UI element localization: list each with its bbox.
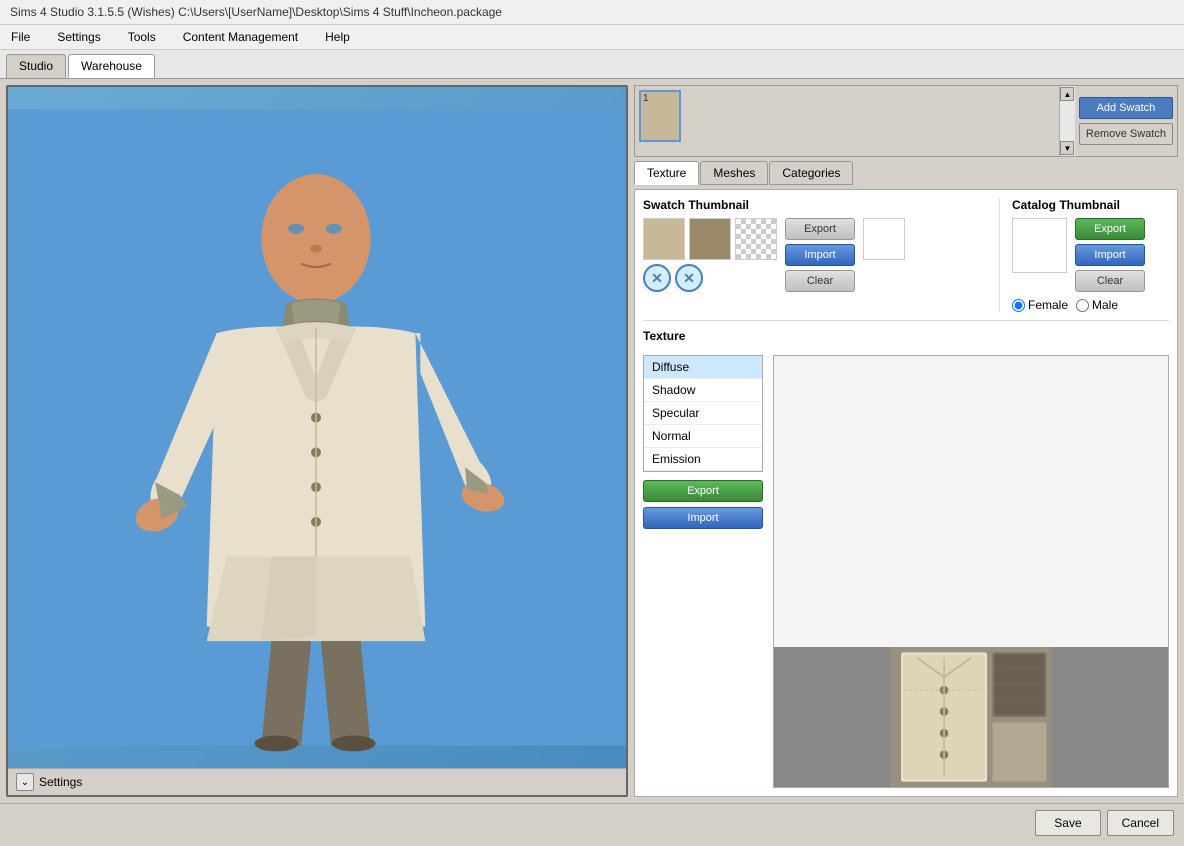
texture-list-diffuse[interactable]: Diffuse bbox=[644, 356, 762, 379]
swatch-number: 1 bbox=[643, 93, 649, 104]
texture-list-specular[interactable]: Specular bbox=[644, 402, 762, 425]
catalog-export-button[interactable]: Export bbox=[1075, 218, 1145, 240]
texture-list-emission[interactable]: Emission bbox=[644, 448, 762, 471]
texture-preview-image bbox=[774, 647, 1168, 787]
texture-action-btns: Export Import bbox=[643, 480, 763, 529]
remove-swatch-button[interactable]: Remove Swatch bbox=[1079, 123, 1173, 145]
texture-label: Texture bbox=[643, 329, 1169, 343]
menu-file[interactable]: File bbox=[5, 28, 36, 46]
scroll-down-btn[interactable]: ▼ bbox=[1060, 141, 1074, 155]
swatch-area: 1 ▲ ▼ Add Swatch Remove Swatch bbox=[634, 85, 1178, 157]
male-radio-label[interactable]: Male bbox=[1076, 298, 1118, 312]
catalog-clear-button[interactable]: Clear bbox=[1075, 270, 1145, 292]
swatch-thumbnail-label: Swatch Thumbnail bbox=[643, 198, 987, 212]
female-radio-label[interactable]: Female bbox=[1012, 298, 1068, 312]
catalog-thumbnail-group: Catalog Thumbnail Export Import Clear Fe… bbox=[999, 198, 1169, 312]
cancel-button[interactable]: Cancel bbox=[1107, 810, 1174, 836]
female-radio[interactable] bbox=[1012, 299, 1025, 312]
main-content: ⌄ Settings 1 ▲ ▼ Add Swatch Remove Swatc… bbox=[0, 79, 1184, 803]
thumb-remove-2[interactable]: ✕ bbox=[675, 264, 703, 292]
model-svg bbox=[8, 87, 626, 768]
swatch-list: 1 bbox=[635, 86, 1059, 156]
tab-texture[interactable]: Texture bbox=[634, 161, 699, 185]
bottom-bar: Save Cancel bbox=[0, 803, 1184, 841]
thumb-box-1 bbox=[643, 218, 685, 260]
tab-categories[interactable]: Categories bbox=[769, 161, 853, 185]
texture-content: Swatch Thumbnail ✕ ✕ bbox=[634, 189, 1178, 797]
texture-export-button[interactable]: Export bbox=[643, 480, 763, 502]
menu-help[interactable]: Help bbox=[319, 28, 356, 46]
menu-tools[interactable]: Tools bbox=[122, 28, 162, 46]
title-bar: Sims 4 Studio 3.1.5.5 (Wishes) C:\Users\… bbox=[0, 0, 1184, 25]
tab-studio[interactable]: Studio bbox=[6, 54, 66, 78]
female-label: Female bbox=[1028, 298, 1068, 312]
texture-list-section: Diffuse Shadow Specular Normal Emission … bbox=[643, 355, 763, 788]
add-swatch-button[interactable]: Add Swatch bbox=[1079, 97, 1173, 119]
settings-label: Settings bbox=[39, 775, 82, 789]
menu-content-management[interactable]: Content Management bbox=[177, 28, 304, 46]
preview-top bbox=[774, 356, 1168, 647]
thumb-remove-1[interactable]: ✕ bbox=[643, 264, 671, 292]
swatch-export-button[interactable]: Export bbox=[785, 218, 855, 240]
thumb-box-4 bbox=[863, 218, 905, 260]
male-radio[interactable] bbox=[1076, 299, 1089, 312]
settings-toggle[interactable]: ⌄ bbox=[16, 773, 34, 791]
texture-list: Diffuse Shadow Specular Normal Emission bbox=[643, 355, 763, 472]
swatch-scrollbar: ▲ ▼ bbox=[1059, 86, 1075, 156]
texture-list-shadow[interactable]: Shadow bbox=[644, 379, 762, 402]
male-label: Male bbox=[1092, 298, 1118, 312]
texture-bottom: Diffuse Shadow Specular Normal Emission … bbox=[643, 355, 1169, 788]
texture-list-normal[interactable]: Normal bbox=[644, 425, 762, 448]
model-viewer: ⌄ Settings bbox=[6, 85, 628, 797]
save-button[interactable]: Save bbox=[1035, 810, 1100, 836]
thumb-box-2 bbox=[689, 218, 731, 260]
texture-tabs: Texture Meshes Categories bbox=[634, 161, 1178, 185]
catalog-import-button[interactable]: Import bbox=[1075, 244, 1145, 266]
thumbnail-section: Swatch Thumbnail ✕ ✕ bbox=[643, 198, 1169, 312]
tabs-bar: Studio Warehouse bbox=[0, 50, 1184, 79]
swatch-buttons: Add Swatch Remove Swatch bbox=[1075, 86, 1177, 156]
catalog-thumb-box bbox=[1012, 218, 1067, 273]
gender-row: Female Male bbox=[1012, 298, 1169, 312]
swatch-clear-button[interactable]: Clear bbox=[785, 270, 855, 292]
texture-preview bbox=[773, 355, 1169, 788]
thumb-box-3 bbox=[735, 218, 777, 260]
title-text: Sims 4 Studio 3.1.5.5 (Wishes) C:\Users\… bbox=[10, 5, 502, 19]
swatch-item[interactable]: 1 bbox=[639, 90, 681, 142]
scroll-up-btn[interactable]: ▲ bbox=[1060, 87, 1074, 101]
tab-meshes[interactable]: Meshes bbox=[700, 161, 768, 185]
settings-bar: ⌄ Settings bbox=[8, 768, 626, 795]
menu-bar: File Settings Tools Content Management H… bbox=[0, 25, 1184, 50]
right-panel: 1 ▲ ▼ Add Swatch Remove Swatch Texture M… bbox=[634, 85, 1178, 797]
preview-bottom bbox=[774, 647, 1168, 787]
tab-warehouse[interactable]: Warehouse bbox=[68, 54, 155, 78]
catalog-thumbnail-label: Catalog Thumbnail bbox=[1012, 198, 1169, 212]
model-area bbox=[8, 87, 626, 768]
swatch-import-button[interactable]: Import bbox=[785, 244, 855, 266]
texture-import-button[interactable]: Import bbox=[643, 507, 763, 529]
menu-settings[interactable]: Settings bbox=[51, 28, 106, 46]
swatch-thumbnail-group: Swatch Thumbnail ✕ ✕ bbox=[643, 198, 987, 312]
